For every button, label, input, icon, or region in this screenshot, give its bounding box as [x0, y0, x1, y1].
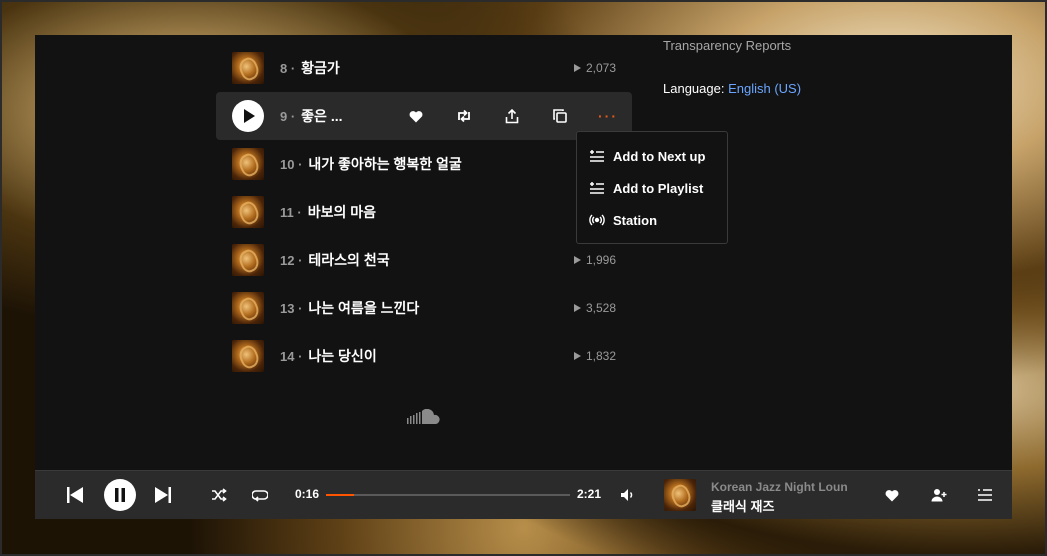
track-number: 13 · — [280, 300, 303, 316]
track-row[interactable]: 12 · 테라스의 천국 1,996 — [216, 236, 632, 284]
track-title[interactable]: 테라스의 천국 — [308, 250, 389, 270]
skip-forward-icon — [155, 487, 171, 503]
track-number: 8 · — [280, 60, 296, 76]
duration-time: 2:21 — [577, 487, 602, 501]
heart-icon — [885, 489, 899, 501]
track-row[interactable]: 8 · 황금가 2,073 — [216, 44, 632, 92]
track-number: 14 · — [280, 348, 303, 364]
menu-item-station[interactable]: Station — [577, 204, 727, 236]
queue-button[interactable] — [976, 486, 994, 504]
repeat-button[interactable] — [251, 486, 269, 504]
repost-icon[interactable] — [440, 92, 488, 140]
track-row[interactable]: 13 · 나는 여름을 느낀다 3,528 — [216, 284, 632, 332]
now-playing-title[interactable]: 클래식 재즈 — [711, 496, 774, 515]
track-title[interactable]: 내가 좋아하는 행복한 얼굴 — [308, 154, 461, 174]
transparency-reports-link[interactable]: Transparency Reports — [663, 38, 791, 53]
play-count-icon — [573, 304, 581, 312]
heart-icon[interactable] — [392, 92, 440, 140]
soundcloud-logo-icon — [407, 408, 441, 430]
app-window: Transparency Reports Language: English (… — [35, 35, 1012, 519]
track-title[interactable]: 좋은 ... — [301, 106, 342, 126]
track-context-menu: Add to Next up Add to Playlist Station — [576, 131, 728, 244]
add-next-up-icon — [589, 148, 605, 164]
play-count: 3,528 — [573, 301, 616, 315]
add-user-icon — [931, 489, 947, 502]
share-icon[interactable] — [488, 92, 536, 140]
menu-item-add-to-next-up[interactable]: Add to Next up — [577, 140, 727, 172]
track-row[interactable]: 10 · 내가 좋아하는 행복한 얼굴 — [216, 140, 632, 188]
play-count-icon — [573, 352, 581, 360]
pause-icon — [115, 488, 125, 502]
play-count: 2,073 — [573, 61, 616, 75]
track-cover — [232, 244, 264, 276]
volume-button[interactable] — [619, 486, 637, 504]
volume-icon — [621, 489, 633, 501]
track-cover — [232, 340, 264, 372]
track-title[interactable]: 바보의 마음 — [308, 202, 376, 222]
track-title[interactable]: 나는 여름을 느낀다 — [308, 298, 419, 318]
track-cover — [232, 148, 264, 180]
language-label: Language: — [663, 81, 725, 96]
shuffle-button[interactable] — [210, 486, 228, 504]
now-playing-artwork[interactable] — [664, 479, 696, 511]
progress-fill — [326, 494, 354, 496]
station-icon — [589, 212, 605, 228]
track-row[interactable]: 14 · 나는 당신이 1,832 — [216, 332, 632, 380]
track-number: 12 · — [280, 252, 303, 268]
track-row[interactable]: 11 · 바보의 마음 — [216, 188, 632, 236]
track-number: 11 · — [280, 204, 302, 220]
track-number: 10 · — [280, 156, 303, 172]
menu-item-add-to-playlist[interactable]: Add to Playlist — [577, 172, 727, 204]
follow-button[interactable] — [930, 486, 948, 504]
language-link[interactable]: English (US) — [728, 81, 801, 96]
play-button[interactable] — [232, 100, 264, 132]
player-bar: 0:16 2:21 Korean Jazz Night Lounge 클래식 재… — [35, 470, 1012, 519]
track-cover — [232, 52, 264, 84]
repeat-icon — [252, 490, 268, 502]
track-cover — [232, 292, 264, 324]
next-track-button[interactable] — [153, 485, 173, 505]
play-count: 1,832 — [573, 349, 616, 363]
queue-icon — [978, 489, 992, 501]
skip-back-icon — [67, 487, 83, 503]
track-number: 9 · — [280, 108, 296, 124]
like-button[interactable] — [883, 486, 901, 504]
elapsed-time: 0:16 — [295, 487, 320, 501]
track-row-hovered[interactable]: 9 · 좋은 ... ··· — [216, 92, 632, 140]
play-count-icon — [573, 256, 581, 264]
progress-bar[interactable] — [326, 494, 570, 496]
track-title[interactable]: 황금가 — [301, 58, 340, 78]
play-count: 1,996 — [573, 253, 616, 267]
add-playlist-icon — [589, 180, 605, 196]
previous-track-button[interactable] — [65, 485, 85, 505]
now-playing-artist[interactable]: Korean Jazz Night Lounge — [711, 480, 847, 494]
track-cover — [232, 196, 264, 228]
pause-button[interactable] — [104, 479, 136, 511]
language-setting: Language: English (US) — [663, 81, 801, 96]
track-title[interactable]: 나는 당신이 — [308, 346, 376, 366]
play-count-icon — [573, 64, 581, 72]
shuffle-icon — [212, 488, 227, 502]
